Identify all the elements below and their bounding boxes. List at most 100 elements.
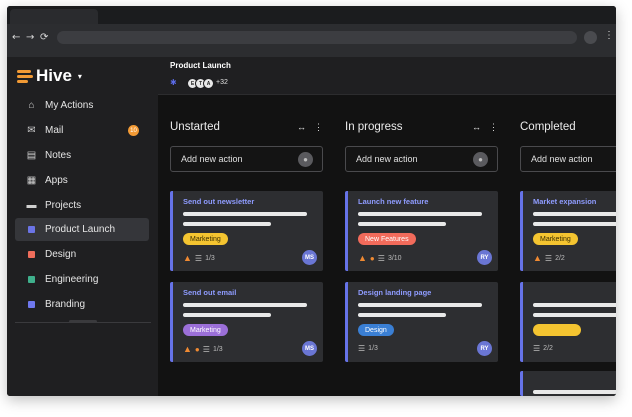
placeholder-line <box>358 212 482 216</box>
action-card[interactable]: ☰ 2/2 <box>520 282 616 362</box>
warning-icon: ▲ <box>183 253 192 263</box>
page-title: Product Launch <box>170 61 231 70</box>
board-column: Completed Add new action Market expansion M… <box>520 113 616 396</box>
placeholder-line <box>183 313 271 317</box>
placeholder-line <box>358 303 482 307</box>
placeholder-line <box>358 313 446 317</box>
column-menu-icon[interactable]: ⋮ <box>314 122 323 133</box>
card-title[interactable]: Market expansion <box>533 197 596 206</box>
placeholder-line <box>183 303 307 307</box>
card-title[interactable]: Launch new feature <box>358 197 428 206</box>
browser-menu-icon[interactable]: ⋮ <box>604 30 614 41</box>
expand-arrows-icon[interactable]: ↔ <box>297 122 306 133</box>
add-action-placeholder: Add new action <box>356 154 418 164</box>
browser-tab-bar <box>7 6 616 24</box>
back-icon[interactable]: ← <box>12 32 20 43</box>
sidebar-item-my-actions[interactable]: ⌂ My Actions <box>15 94 149 117</box>
add-action-input[interactable]: Add new action <box>520 146 616 172</box>
reload-icon[interactable]: ⟳ <box>40 32 48 43</box>
card-meta: ▲ ☰ 1/3 <box>183 253 215 263</box>
checklist-icon: ☰ <box>202 344 210 354</box>
card-meta: ▲ ● ☰ 1/3 <box>183 344 223 354</box>
board-column: In progress ↔ ⋮ Add new action ● Launch new f… <box>345 113 498 396</box>
action-card[interactable]: Design landing page Design ☰ 1/3 RY <box>345 282 498 362</box>
comment-icon[interactable]: ● <box>370 254 375 263</box>
assignee-icon[interactable]: ● <box>473 152 488 167</box>
sidebar-item-label: Branding <box>45 299 86 310</box>
placeholder-line <box>183 212 307 216</box>
url-field[interactable] <box>57 31 577 44</box>
sidebar-item-product-launch[interactable]: Product Launch <box>15 218 149 241</box>
sidebar-item-engineering[interactable]: Engineering <box>15 268 149 291</box>
warning-icon: ▲ <box>358 253 367 263</box>
label-badge[interactable]: Marketing <box>183 324 228 336</box>
comment-icon[interactable]: ● <box>195 345 200 354</box>
column-title: In progress <box>345 121 403 133</box>
card-title[interactable]: Send out email <box>183 288 236 297</box>
add-action-input[interactable]: Add new action ● <box>170 146 323 172</box>
forward-icon[interactable]: → <box>26 32 34 43</box>
checklist-count: 2/2 <box>543 345 553 352</box>
label-badge[interactable]: New Features <box>358 233 416 245</box>
card-title[interactable]: Send out newsletter <box>183 197 254 206</box>
card-meta: ☰ 1/3 <box>358 344 378 353</box>
warning-icon: ▲ <box>183 344 192 354</box>
app-switcher[interactable]: Hive ▾ <box>17 66 82 86</box>
checklist-count: 3/10 <box>387 254 402 262</box>
action-card[interactable]: Market expansion Marketing ▲ ☰ 2/2 <box>520 191 616 271</box>
column-title: Unstarted <box>170 121 220 133</box>
action-card[interactable]: Send out newsletter Marketing ▲ ☰ 1/3 MS <box>170 191 323 271</box>
action-card[interactable] <box>520 371 616 396</box>
column-tools: ↔ ⋮ <box>297 122 323 133</box>
mail-icon: ✉ <box>27 125 36 136</box>
column-title: Completed <box>520 121 576 133</box>
sidebar-item-projects[interactable]: ▬ Projects <box>15 194 149 217</box>
card-title[interactable]: Design landing page <box>358 288 431 297</box>
placeholder-line <box>533 313 616 317</box>
label-badge[interactable]: Design <box>358 324 394 336</box>
project-color-icon <box>26 225 37 235</box>
checklist-count: 1/3 <box>368 345 378 352</box>
column-menu-icon[interactable]: ⋮ <box>489 122 498 133</box>
add-action-input[interactable]: Add new action ● <box>345 146 498 172</box>
apps-icon: ▦ <box>26 175 37 186</box>
chevron-down-icon: ▾ <box>77 71 82 81</box>
sidebar-item-branding[interactable]: Branding <box>15 293 149 316</box>
assignee-icon[interactable]: ● <box>298 152 313 167</box>
browser-tab[interactable] <box>10 9 98 24</box>
board-area: Product Launch ✱ E T A +32 Unstarted ↔ ⋮ Ad… <box>158 57 616 396</box>
assignee-avatar[interactable]: RY <box>477 250 492 265</box>
card-meta: ▲ ☰ 2/2 <box>533 253 565 263</box>
sidebar-item-label: Engineering <box>45 274 99 285</box>
sidebar-item-mail[interactable]: ✉ Mail 10 <box>15 119 149 142</box>
label-badge[interactable]: Marketing <box>533 233 578 245</box>
expand-arrows-icon[interactable]: ↔ <box>472 122 481 133</box>
checklist-count: 1/3 <box>205 254 215 262</box>
sidebar-item-label: Projects <box>45 200 82 211</box>
assignee-avatar[interactable]: RY <box>477 341 492 356</box>
member-count[interactable]: +32 <box>216 79 228 86</box>
sidebar-item-design[interactable]: Design <box>15 243 149 266</box>
sidebar-item-notes[interactable]: ▤ Notes <box>15 144 149 167</box>
color-swatch-icon <box>28 276 35 283</box>
sidebar-item-apps[interactable]: ▦ Apps <box>15 169 149 192</box>
hive-logo-icon <box>17 69 33 83</box>
label-badge[interactable]: Marketing <box>183 233 228 245</box>
card-meta: ☰ 2/2 <box>533 344 553 353</box>
sidebar-resize-handle[interactable] <box>69 320 97 323</box>
assignee-avatar[interactable]: MS <box>302 341 317 356</box>
placeholder-line <box>533 212 616 216</box>
pin-icon[interactable]: ✱ <box>170 78 177 87</box>
checklist-count: 1/3 <box>212 345 223 353</box>
color-swatch-icon <box>28 301 35 308</box>
action-card[interactable]: Launch new feature New Features ▲ ● ☰ 3/10 RY <box>345 191 498 271</box>
action-card[interactable]: Send out email Marketing ▲ ● ☰ 1/3 MS <box>170 282 323 362</box>
browser-address-bar: ← → ⟳ ⋮ <box>7 24 616 57</box>
label-badge[interactable] <box>533 324 581 336</box>
sidebar-item-label: My Actions <box>45 100 94 111</box>
placeholder-line <box>533 222 616 226</box>
assignee-avatar[interactable]: MS <box>302 250 317 265</box>
placeholder-line <box>358 222 446 226</box>
browser-profile-icon[interactable] <box>584 31 597 44</box>
placeholder-line <box>533 303 616 307</box>
